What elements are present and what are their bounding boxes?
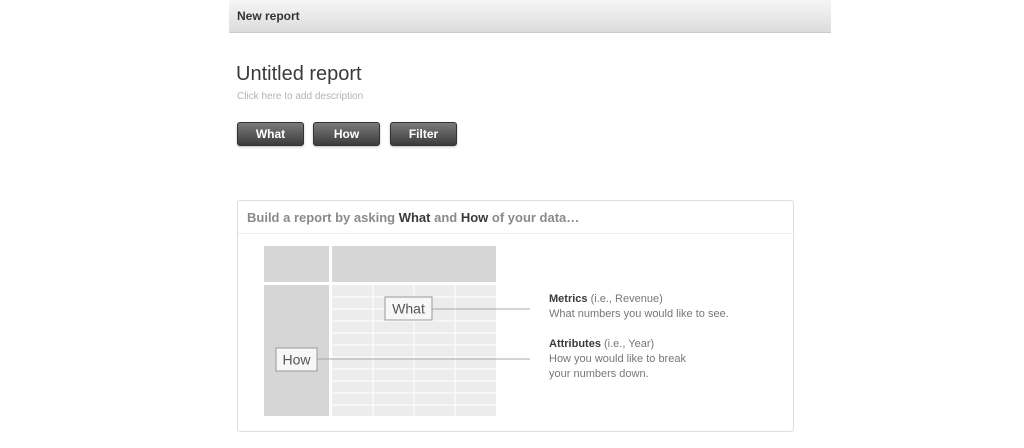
diagram-corner-block <box>264 246 329 282</box>
diagram-column-header-block <box>332 246 496 282</box>
report-description[interactable]: Click here to add description <box>237 91 363 102</box>
attributes-example: (i.e., Year) <box>600 338 655 350</box>
attributes-title: Attributes (i.e., Year) <box>549 338 654 350</box>
what-button[interactable]: What <box>237 122 304 146</box>
metrics-title: Metrics (i.e., Revenue) <box>549 293 663 305</box>
filter-button[interactable]: Filter <box>390 122 457 146</box>
how-button[interactable]: How <box>313 122 380 146</box>
metrics-title-text: Metrics <box>549 293 588 305</box>
report-builder-panel: Build a report by asking What and How of… <box>237 200 794 432</box>
metrics-example: (i.e., Revenue) <box>587 293 663 305</box>
header-title: New report <box>237 9 300 23</box>
metrics-description: What numbers you would like to see. <box>549 308 729 320</box>
diagram-what-label: What <box>392 301 425 317</box>
attributes-description-line1: How you would like to break <box>549 353 686 365</box>
attributes-title-text: Attributes <box>549 338 601 350</box>
report-title[interactable]: Untitled report <box>236 63 362 86</box>
diagram-how-label: How <box>282 352 311 368</box>
attributes-description-line2: your numbers down. <box>549 368 649 380</box>
header-bar: New report <box>229 0 831 33</box>
